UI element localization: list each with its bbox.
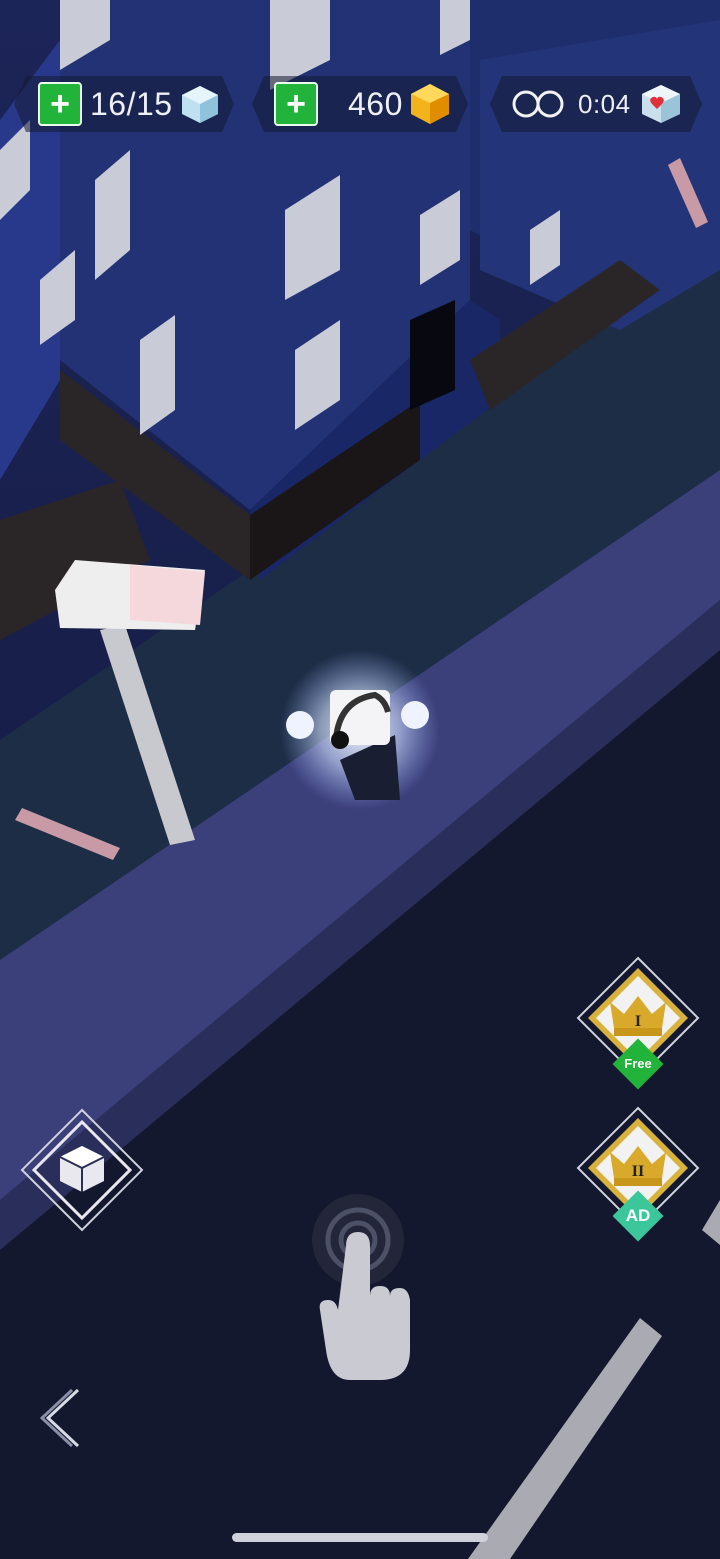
timer-text: 0:04 bbox=[578, 88, 631, 119]
gems-counter: + 460 bbox=[252, 76, 468, 132]
infinity-icon bbox=[510, 87, 566, 121]
tap-hand-icon bbox=[312, 1194, 410, 1380]
gold-gem-icon bbox=[407, 81, 453, 127]
infinite-lives-timer: 0:04 bbox=[490, 76, 702, 132]
gems-count: 460 bbox=[348, 85, 403, 122]
svg-text:I: I bbox=[635, 1013, 641, 1030]
back-arrow-icon[interactable] bbox=[36, 1386, 86, 1450]
crown-2-ad-button[interactable]: II AD bbox=[576, 1106, 700, 1242]
ad-badge: AD bbox=[625, 1206, 651, 1225]
free-badge: Free bbox=[624, 1056, 652, 1071]
add-lives-button[interactable]: + bbox=[38, 82, 82, 126]
ice-cube-icon bbox=[179, 83, 221, 125]
plus-icon: + bbox=[50, 85, 70, 123]
lives-count: 16/15 bbox=[90, 85, 173, 122]
lives-counter: + 16/15 bbox=[14, 76, 234, 132]
cube-view-icon bbox=[59, 1146, 105, 1192]
cube-view-button[interactable] bbox=[20, 1108, 144, 1232]
plus-icon: + bbox=[286, 85, 306, 123]
add-gems-button[interactable]: + bbox=[274, 82, 318, 126]
heart-cube-icon bbox=[639, 82, 683, 126]
home-indicator[interactable] bbox=[232, 1533, 488, 1542]
svg-text:II: II bbox=[632, 1163, 644, 1180]
crown-1-free-button[interactable]: I Free bbox=[576, 956, 700, 1090]
